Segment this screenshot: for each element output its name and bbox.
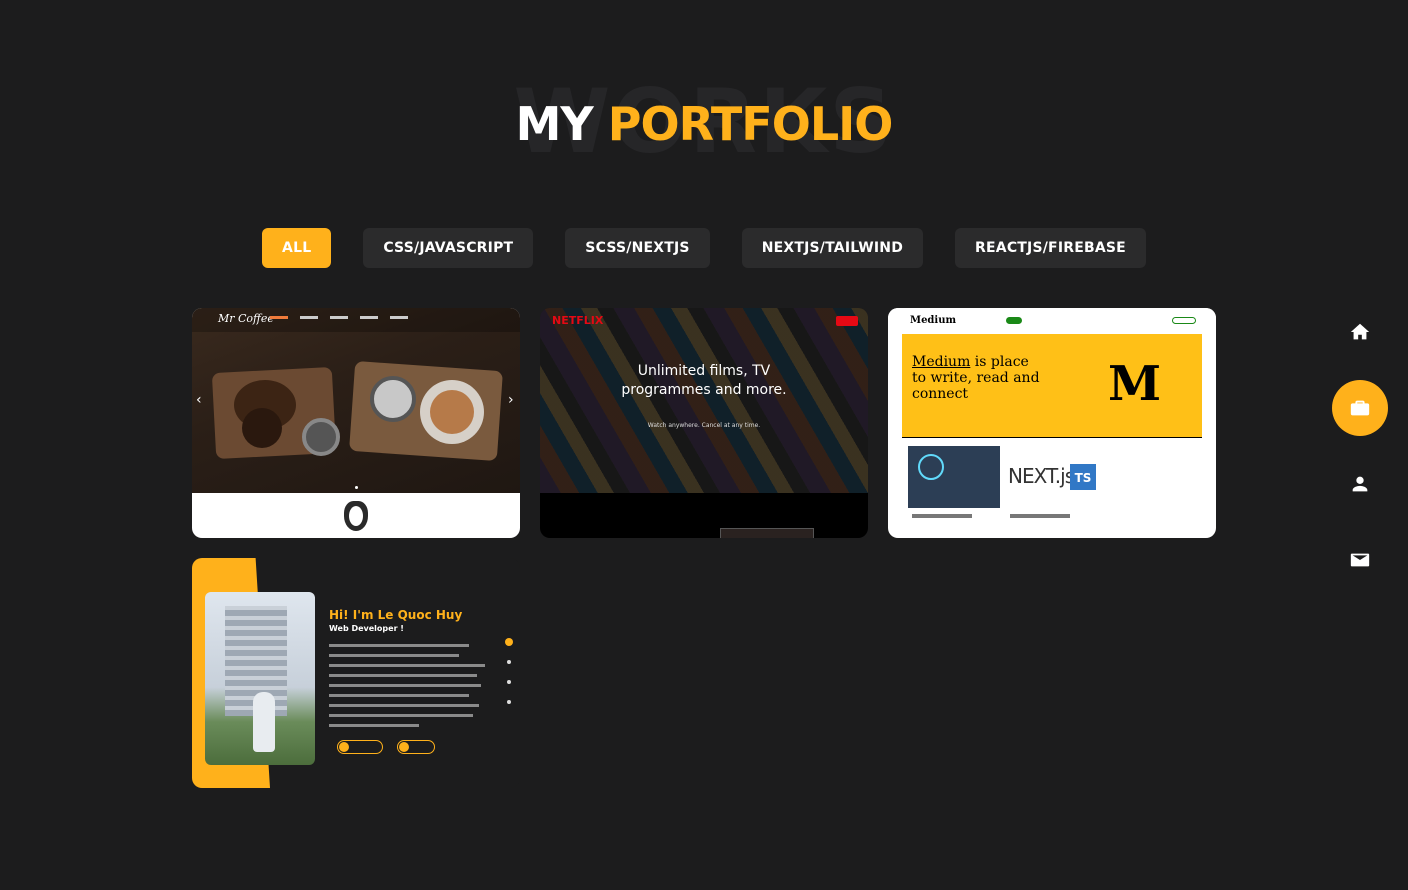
article-caption [1010, 514, 1070, 518]
article-caption [912, 514, 972, 518]
mini-about-button [397, 740, 435, 754]
portfolio-greeting: Hi! I'm Le Quoc Huy [329, 608, 463, 622]
chevron-left-icon: ‹ [196, 392, 202, 408]
coffee-footer-logo [344, 501, 368, 531]
medium-hero-text: Medium is place to write, read and conne… [912, 354, 1042, 402]
filter-css-javascript-button[interactable]: CSS/JAVASCRIPT [363, 228, 534, 268]
espresso-cup [370, 376, 416, 422]
filter-bar: ALL CSS/JAVASCRIPT SCSS/NEXTJS NEXTJS/TA… [0, 228, 1408, 268]
mini-person-icon [507, 680, 511, 684]
filter-reactjs-firebase-button[interactable]: REACTJS/FIREBASE [955, 228, 1146, 268]
netflix-poster-wall: NETFLIX Unlimited films, TV programmes a… [540, 308, 868, 493]
filter-nextjs-tailwind-button[interactable]: NEXTJS/TAILWIND [741, 228, 924, 268]
medium-get-started-badge [1172, 317, 1196, 324]
coffee-logo: Mr Coffee [218, 312, 274, 325]
profile-photo [205, 592, 315, 765]
netflix-subline: Watch anywhere. Cancel at any time. [647, 422, 761, 429]
coffee-nav-links [270, 316, 408, 319]
nav-portfolio-button[interactable] [1332, 380, 1388, 436]
medium-topbar: Medium [888, 308, 1216, 334]
mini-mail-icon [507, 700, 511, 704]
portfolio-role: Web Developer ! [329, 624, 404, 633]
netflix-logo: NETFLIX [552, 314, 604, 327]
chevron-right-icon: › [508, 392, 514, 408]
page-title: MY PORTFOLIO [0, 96, 1408, 152]
coffee-beans [242, 408, 282, 448]
filter-all-button[interactable]: ALL [262, 228, 332, 268]
project-card-netflix[interactable]: NETFLIX Unlimited films, TV programmes a… [540, 308, 868, 538]
filter-scss-nextjs-button[interactable]: SCSS/NEXTJS [565, 228, 710, 268]
react-logo-icon [918, 454, 944, 480]
nextjs-logo: NEXT.js [1008, 464, 1075, 488]
netflix-thumbnail [720, 528, 814, 538]
coffee-navbar: Mr Coffee [192, 308, 520, 332]
portfolio-bio-lines [329, 644, 489, 734]
title-word-my: MY [515, 97, 594, 151]
briefcase-icon [1350, 400, 1370, 416]
project-card-coffee[interactable]: Mr Coffee ‹ › [192, 308, 520, 538]
latte-cup [420, 380, 484, 444]
mini-portfolio-button [337, 740, 383, 754]
carousel-dot [355, 486, 358, 489]
portafilter [302, 418, 340, 456]
nav-about-button[interactable] [1332, 456, 1388, 512]
medium-logo: Medium [910, 315, 957, 326]
title-word-portfolio: PORTFOLIO [607, 97, 894, 151]
mini-briefcase-icon [507, 660, 511, 664]
medium-big-letter: M [1108, 356, 1162, 412]
section-heading: WORKS MY PORTFOLIO [0, 78, 1408, 178]
netflix-headline: Unlimited films, TV programmes and more. [621, 363, 787, 398]
coffee-hero-image: Mr Coffee ‹ › [192, 308, 520, 493]
person-icon [1352, 476, 1368, 492]
nav-contact-button[interactable] [1332, 532, 1388, 588]
mini-home-icon [505, 638, 513, 646]
medium-hero-underlined: Medium [912, 354, 971, 370]
nav-home-button[interactable] [1332, 304, 1388, 360]
home-icon [1350, 323, 1370, 340]
project-card-personal-portfolio[interactable]: Hi! I'm Le Quoc Huy Web Developer ! [192, 558, 520, 788]
mail-icon [1350, 553, 1370, 567]
typescript-badge: TS [1070, 464, 1096, 490]
person [253, 692, 275, 752]
medium-hero-banner: Medium is place to write, read and conne… [902, 334, 1202, 438]
netflix-signin-badge [836, 316, 858, 326]
react-article-thumbnail [908, 446, 1000, 508]
project-card-medium[interactable]: Medium Medium is place to write, read an… [888, 308, 1216, 538]
medium-follow-badge [1006, 317, 1022, 324]
